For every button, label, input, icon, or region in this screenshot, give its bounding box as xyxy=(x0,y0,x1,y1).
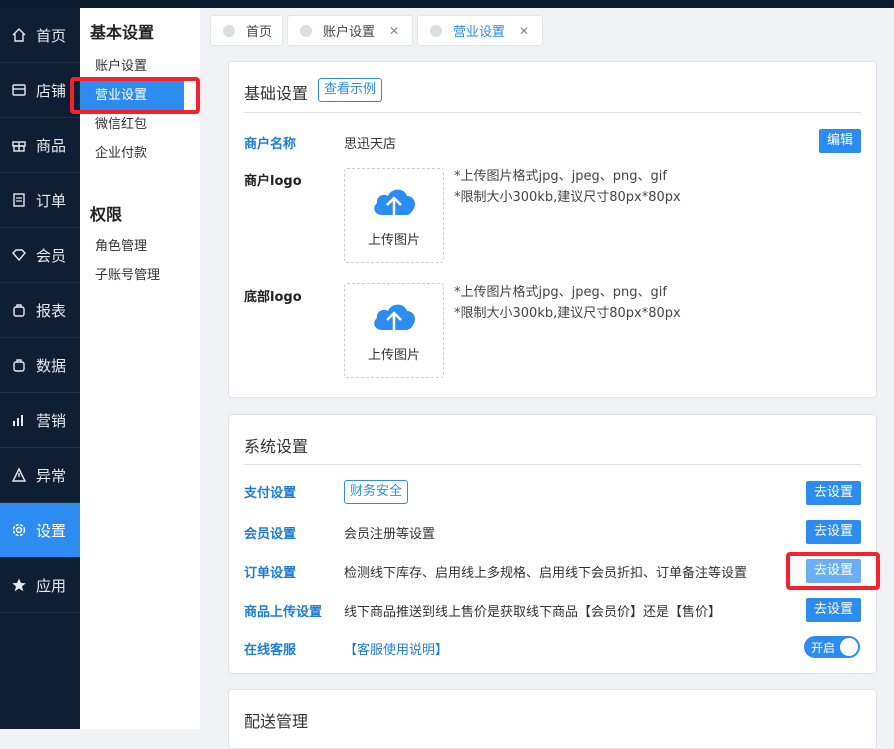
tab-dot-icon xyxy=(430,24,442,37)
product-upload-settings-button[interactable]: 去设置 xyxy=(805,598,861,622)
tab-label: 账户设置 xyxy=(323,25,376,40)
home-icon xyxy=(12,28,26,42)
delivery-title: 配送管理 xyxy=(244,712,309,731)
highlight-box xyxy=(786,552,880,590)
main-nav: 首页 店铺 商品 订单 会员 报表 数据 营销 异常 设置 应用 xyxy=(0,8,80,729)
merchant-logo-label: 商户logo xyxy=(244,174,302,189)
upload-text: 上传图片 xyxy=(367,348,420,363)
nav-item-orders[interactable]: 订单 xyxy=(0,173,80,228)
tab-dot-icon xyxy=(300,24,312,37)
star-icon xyxy=(12,578,26,592)
service-guide-link[interactable]: 【客服使用说明】 xyxy=(344,639,448,658)
subnav-item-roles[interactable]: 角色管理 xyxy=(80,232,184,261)
view-example-link[interactable]: 查看示例 xyxy=(318,78,383,102)
merchant-name-label: 商户名称 xyxy=(244,137,297,152)
toggle-label: 开启 xyxy=(811,641,836,655)
tab-label: 营业设置 xyxy=(453,25,506,40)
basic-settings-title: 基础设置 xyxy=(244,84,309,103)
close-icon[interactable]: ✕ xyxy=(519,24,529,38)
nav-item-home[interactable]: 首页 xyxy=(0,8,80,63)
online-service-toggle[interactable]: 开启 xyxy=(804,636,860,658)
bottom-logo-upload[interactable]: 上传图片 xyxy=(344,283,444,378)
upload-hint-size: *限制大小300kb,建议尺寸80px*80px xyxy=(454,306,681,321)
online-service-label: 在线客服 xyxy=(244,643,297,658)
upload-text: 上传图片 xyxy=(367,233,420,248)
subnav-group-title-basic: 基本设置 xyxy=(90,23,155,42)
system-settings-title: 系统设置 xyxy=(244,437,309,456)
divider xyxy=(244,112,861,113)
tab-bar: 首页 账户设置 ✕ 营业设置 ✕ xyxy=(200,8,894,52)
payment-settings-label: 支付设置 xyxy=(244,486,297,501)
member-settings-label: 会员设置 xyxy=(244,527,297,542)
tab-home[interactable]: 首页 xyxy=(210,15,283,46)
diamond-icon xyxy=(12,249,26,262)
bag-icon xyxy=(13,304,25,317)
nav-item-label: 应用 xyxy=(36,576,67,595)
nav-item-settings[interactable]: 设置 xyxy=(0,503,80,558)
bottom-logo-label: 底部logo xyxy=(244,290,302,305)
nav-item-label: 商品 xyxy=(36,136,67,155)
nav-item-label: 首页 xyxy=(36,26,67,45)
sub-nav: 基本设置 账户设置 营业设置 微信红包 企业付款 权限 角色管理 子账号管理 xyxy=(80,8,200,729)
upload-hint-format: *上传图片格式jpg、jpeg、png、gif xyxy=(454,169,667,184)
nav-item-store[interactable]: 店铺 xyxy=(0,63,80,118)
merchant-logo-upload[interactable]: 上传图片 xyxy=(344,168,444,263)
nav-item-data[interactable]: 数据 xyxy=(0,338,80,393)
toggle-knob xyxy=(840,638,858,656)
nav-item-label: 订单 xyxy=(36,191,67,210)
upload-hint-format: *上传图片格式jpg、jpeg、png、gif xyxy=(454,285,667,300)
nav-item-label: 报表 xyxy=(36,301,67,320)
system-settings-card: 系统设置 支付设置 财务安全 去设置 会员设置 会员注册等设置 去设置 订单设置… xyxy=(228,414,877,674)
order-settings-desc: 检测线下库存、启用线上多规格、启用线下会员折扣、订单备注等设置 xyxy=(344,566,748,581)
upload-hint: *上传图片格式jpg、jpeg、png、gif *限制大小300kb,建议尺寸8… xyxy=(454,282,681,324)
bag-icon xyxy=(13,359,25,372)
gear-icon xyxy=(12,523,26,537)
upload-hint: *上传图片格式jpg、jpeg、png、gif *限制大小300kb,建议尺寸8… xyxy=(454,166,681,208)
nav-item-label: 会员 xyxy=(36,246,67,265)
nav-item-members[interactable]: 会员 xyxy=(0,228,80,283)
subnav-item-sub-accounts[interactable]: 子账号管理 xyxy=(80,261,184,290)
subnav-group-title-permission: 权限 xyxy=(90,205,123,224)
tab-account-settings[interactable]: 账户设置 ✕ xyxy=(287,15,413,46)
tab-label: 首页 xyxy=(246,25,273,40)
tab-dot-icon xyxy=(223,24,235,37)
divider xyxy=(244,464,861,465)
member-settings-button[interactable]: 去设置 xyxy=(805,520,861,544)
close-icon[interactable]: ✕ xyxy=(389,24,399,38)
nav-item-goods[interactable]: 商品 xyxy=(0,118,80,173)
main-content: 基础设置 查看示例 商户名称 思迅天店 编辑 商户logo 上传图片 *上传图片… xyxy=(200,52,894,749)
warning-icon xyxy=(11,467,27,482)
order-icon xyxy=(13,193,25,207)
highlight-box xyxy=(70,77,200,114)
store-icon xyxy=(12,84,26,96)
nav-item-label: 店铺 xyxy=(36,81,67,100)
tab-business-settings[interactable]: 营业设置 ✕ xyxy=(417,15,543,46)
cloud-upload-icon xyxy=(374,304,415,336)
gift-icon xyxy=(12,141,26,152)
bar-chart-icon xyxy=(13,415,23,426)
upload-hint-size: *限制大小300kb,建议尺寸80px*80px xyxy=(454,190,681,205)
nav-item-label: 设置 xyxy=(36,521,67,540)
subnav-item-wechat-redpacket[interactable]: 微信红包 xyxy=(80,110,184,139)
nav-item-exceptions[interactable]: 异常 xyxy=(0,448,80,503)
cloud-upload-icon xyxy=(374,189,415,221)
nav-item-label: 异常 xyxy=(36,466,67,485)
merchant-name-value: 思迅天店 xyxy=(344,137,397,152)
top-bar xyxy=(0,0,894,8)
nav-item-label: 数据 xyxy=(36,356,67,375)
product-upload-settings-label: 商品上传设置 xyxy=(244,605,323,620)
nav-item-reports[interactable]: 报表 xyxy=(0,283,80,338)
product-upload-settings-desc: 线下商品推送到线上售价是获取线下商品【会员价】还是【售价】 xyxy=(344,605,722,620)
nav-item-apps[interactable]: 应用 xyxy=(0,558,80,613)
nav-item-marketing[interactable]: 营销 xyxy=(0,393,80,448)
member-settings-desc: 会员注册等设置 xyxy=(344,527,436,542)
basic-settings-card: 基础设置 查看示例 商户名称 思迅天店 编辑 商户logo 上传图片 *上传图片… xyxy=(228,61,877,398)
finance-security-tag[interactable]: 财务安全 xyxy=(344,480,409,504)
delivery-card: 配送管理 xyxy=(228,689,877,749)
payment-settings-button[interactable]: 去设置 xyxy=(805,481,861,505)
order-settings-label: 订单设置 xyxy=(244,566,297,581)
nav-item-label: 营销 xyxy=(36,411,67,430)
subnav-item-enterprise-pay[interactable]: 企业付款 xyxy=(80,139,184,168)
edit-button[interactable]: 编辑 xyxy=(818,129,861,153)
